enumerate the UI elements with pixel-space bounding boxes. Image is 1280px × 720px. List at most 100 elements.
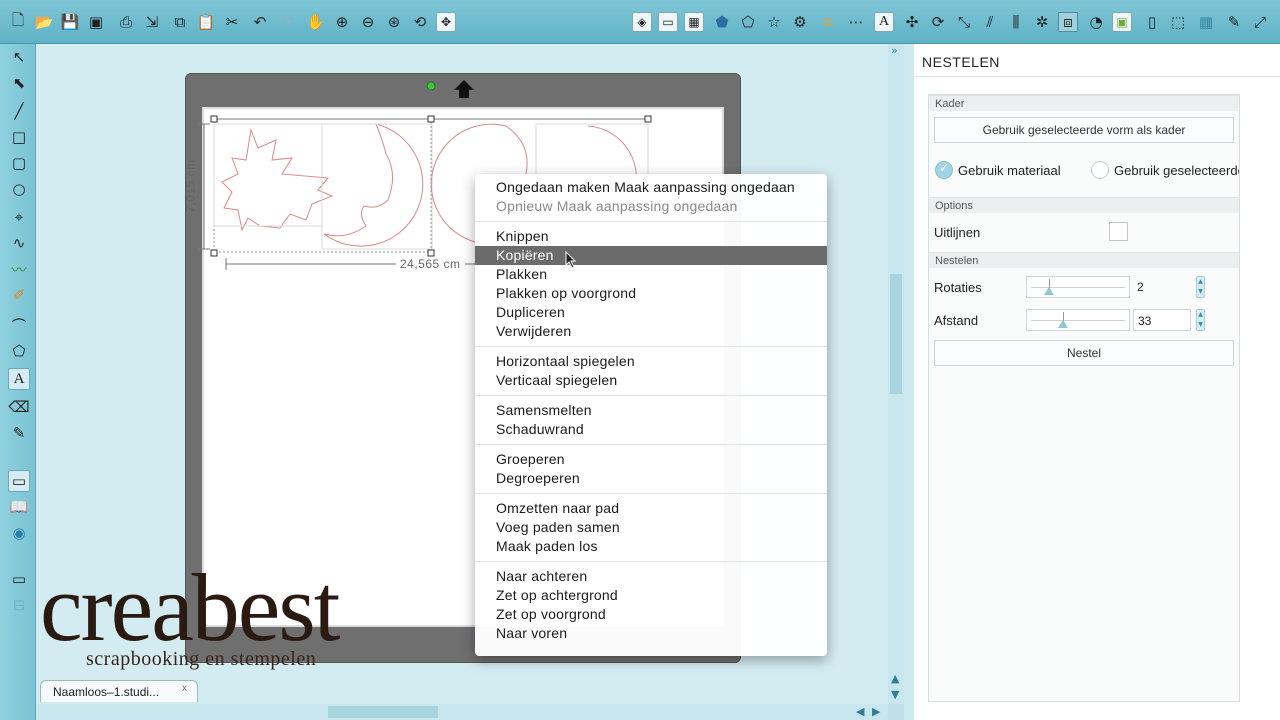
arc-tool-icon[interactable]: ⌒ <box>8 314 30 336</box>
spacing-slider[interactable] <box>1026 309 1130 331</box>
menu-item[interactable]: Ongedaan maken Maak aanpassing ongedaan <box>475 178 827 197</box>
library-icon[interactable]: ✎ <box>1224 12 1244 32</box>
menu-item[interactable]: Plakken op voorgrond <box>475 284 827 303</box>
vertical-scroll-thumb[interactable] <box>890 274 902 394</box>
new-document-icon[interactable]: 🗋 <box>8 11 28 32</box>
ellipse-tool-icon[interactable]: ○ <box>8 178 30 200</box>
text-tool-top-icon[interactable]: A <box>874 12 894 32</box>
menu-item[interactable]: Kopiëren <box>475 246 827 265</box>
cut-settings-icon[interactable]: ⬚ <box>1168 12 1188 32</box>
replicate-icon[interactable]: ✲ <box>1032 12 1052 32</box>
knife-tool-icon[interactable]: ✎ <box>8 422 30 444</box>
horizontal-scroll-thumb[interactable] <box>328 706 438 718</box>
menu-item[interactable]: Samensmelten <box>475 401 827 420</box>
rotations-value[interactable]: 2 <box>1133 276 1191 298</box>
menu-item[interactable]: Maak paden los <box>475 537 827 556</box>
transform-icon[interactable]: ✣ <box>902 12 922 32</box>
menu-item[interactable]: Verwijderen <box>475 322 827 341</box>
collapse-panel-icon[interactable]: » <box>891 44 898 57</box>
menu-item[interactable]: Voeg paden samen <box>475 518 827 537</box>
rotations-slider[interactable] <box>1026 276 1130 298</box>
rounded-rectangle-tool-icon[interactable]: ▢ <box>8 152 30 174</box>
curve-tool-icon[interactable]: ∿ <box>8 232 30 254</box>
text-tool-icon[interactable]: A <box>8 368 30 390</box>
menu-item[interactable]: Degroeperen <box>475 469 827 488</box>
gear-shape-icon[interactable]: ⚙ <box>790 12 810 32</box>
smooth-freehand-tool-icon[interactable]: ✐ <box>8 284 30 306</box>
print-icon[interactable]: ⎙ <box>116 12 136 32</box>
polygon-tool-icon[interactable]: ⌖ <box>8 206 30 228</box>
polygon-shape-icon[interactable]: ⬟ <box>712 12 732 32</box>
menu-item[interactable]: Omzetten naar pad <box>475 499 827 518</box>
store-view-icon[interactable]: ◉ <box>8 522 30 544</box>
paste-icon[interactable]: 📋 <box>196 12 216 32</box>
line-color-icon[interactable]: ▭ <box>658 12 678 32</box>
scroll-down-icon[interactable]: ▼ <box>891 688 899 701</box>
rotations-stepper[interactable]: ▲ ▼ <box>1196 276 1205 298</box>
zoom-drag-icon[interactable]: ⟲ <box>410 12 430 32</box>
nest-button[interactable]: Nestel <box>934 340 1234 366</box>
fill-pattern-icon[interactable]: ▦ <box>684 12 704 32</box>
menu-item[interactable]: Schaduwrand <box>475 420 827 439</box>
menu-item[interactable]: Zet op achtergrond <box>475 586 827 605</box>
fill-color-icon[interactable]: ◈ <box>632 12 652 32</box>
send-to-cutter-icon[interactable]: ⇲ <box>142 12 162 32</box>
moon-shape[interactable] <box>323 123 424 247</box>
scroll-left-icon[interactable]: ◀ <box>856 705 864 718</box>
fit-to-page-icon[interactable]: ✥ <box>436 12 456 32</box>
select-tool-icon[interactable]: ↖ <box>8 46 30 68</box>
freehand-tool-icon[interactable]: 〰 <box>8 258 30 280</box>
nest-icon[interactable]: ⧈ <box>1058 12 1078 32</box>
rectangle-tool-icon[interactable]: □ <box>8 126 30 148</box>
menu-item[interactable]: Plakken <box>475 265 827 284</box>
open-icon[interactable]: 📂 <box>34 12 54 32</box>
star-shape-icon[interactable]: ☆ <box>764 12 784 32</box>
pentagon-shape-icon[interactable]: ⬠ <box>738 12 758 32</box>
copy-icon[interactable]: ⧉ <box>170 12 190 32</box>
design-page-view-icon[interactable]: ▭ <box>8 470 30 492</box>
menu-item[interactable]: Verticaal spiegelen <box>475 371 827 390</box>
cut-icon[interactable]: ✂ <box>222 12 242 32</box>
zoom-selection-icon[interactable]: ⊛ <box>384 12 404 32</box>
menu-item[interactable]: Opnieuw Maak aanpassing ongedaan <box>475 197 827 216</box>
zoom-out-icon[interactable]: ⊖ <box>358 12 378 32</box>
menu-item[interactable]: Naar voren <box>475 624 827 643</box>
scale-icon[interactable]: ⤡ <box>954 12 974 32</box>
menu-item[interactable]: Groeperen <box>475 450 827 469</box>
align-icon[interactable]: ⫼ <box>1006 12 1026 32</box>
library-view-icon[interactable]: 📖 <box>8 496 30 518</box>
spacing-stepper[interactable]: ▲ ▼ <box>1196 309 1205 331</box>
menu-item[interactable]: Knippen <box>475 227 827 246</box>
text-style-icon[interactable]: ⋯ <box>846 12 866 32</box>
maple-leaf-shape[interactable] <box>221 128 334 232</box>
use-selected-radio[interactable] <box>1091 161 1109 179</box>
undo-icon[interactable]: ↶ <box>250 12 270 32</box>
save-to-library-icon[interactable]: ▣ <box>86 12 106 32</box>
page-setup-icon[interactable]: ▯ <box>1142 12 1162 32</box>
save-icon[interactable]: 💾 <box>60 12 80 32</box>
shear-icon[interactable]: ⫽ <box>980 12 1000 32</box>
align-checkbox[interactable] <box>1109 222 1128 241</box>
rotate-icon[interactable]: ⟳ <box>928 12 948 32</box>
document-tab[interactable]: Naamloos–1.studi... x <box>40 680 198 702</box>
horizontal-scrollbar[interactable]: ◀ ▶ <box>36 704 888 720</box>
offset-icon[interactable]: ◔ <box>1086 12 1106 32</box>
eraser-tool-icon[interactable]: ⌫ <box>8 396 30 418</box>
menu-item[interactable]: Zet op voorgrond <box>475 605 827 624</box>
vertical-scrollbar[interactable]: » ▲ ▼ <box>888 44 904 704</box>
trace-icon[interactable]: ▣ <box>1112 12 1132 32</box>
menu-item[interactable]: Horizontaal spiegelen <box>475 352 827 371</box>
zoom-in-icon[interactable]: ⊕ <box>332 12 352 32</box>
split-view-icon[interactable]: ⊟ <box>8 594 30 616</box>
rotate-handle[interactable] <box>426 81 436 91</box>
send-icon[interactable]: ▦ <box>1196 12 1216 32</box>
use-selected-shape-button[interactable]: Gebruik geselecteerde vorm als kader <box>934 117 1234 143</box>
line-tool-icon[interactable]: ╱ <box>8 100 30 122</box>
edit-points-icon[interactable]: ⬉ <box>8 72 30 94</box>
use-material-radio[interactable] <box>935 161 953 179</box>
full-screen-icon[interactable]: ▭ <box>8 568 30 590</box>
menu-item[interactable]: Dupliceren <box>475 303 827 322</box>
menu-item[interactable]: Naar achteren <box>475 567 827 586</box>
close-tab-icon[interactable]: x <box>182 683 187 694</box>
regular-polygon-tool-icon[interactable]: ⬠ <box>8 340 30 362</box>
